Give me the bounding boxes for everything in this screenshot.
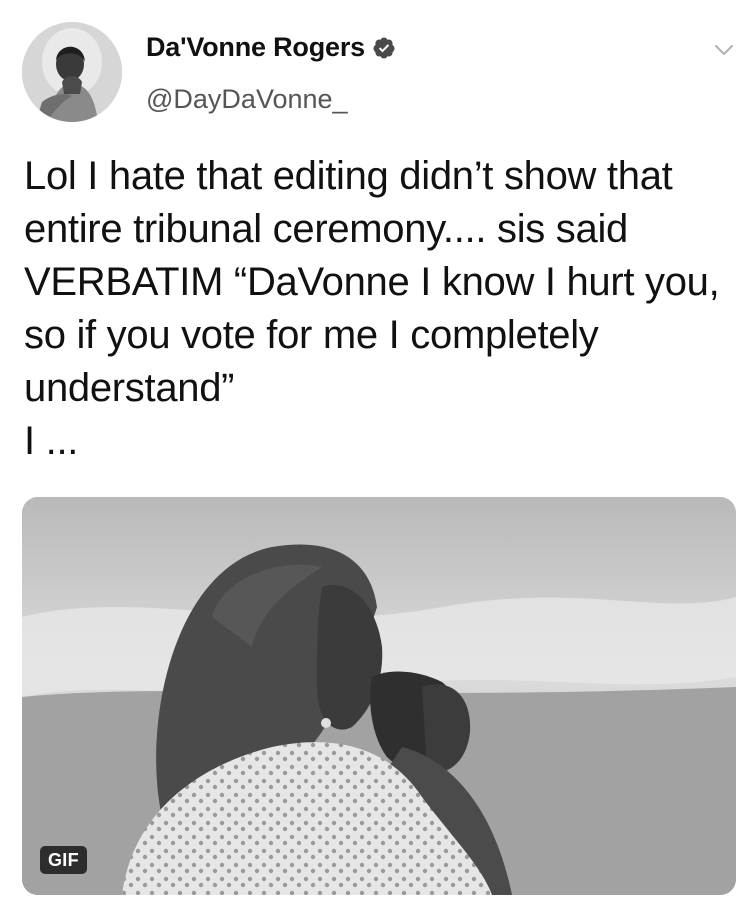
- woman-praying-gif: [22, 497, 736, 895]
- author-avatar[interactable]: [22, 22, 122, 122]
- author-display-name[interactable]: Da'Vonne Rogers: [146, 32, 365, 63]
- avatar-photo: [22, 22, 122, 122]
- author-handle[interactable]: @DayDaVonne_: [146, 84, 348, 115]
- verified-badge-icon: [372, 36, 396, 60]
- chevron-down-icon[interactable]: [712, 38, 736, 62]
- gif-badge: GIF: [40, 846, 87, 874]
- tweet-gif-media[interactable]: GIF: [22, 497, 736, 895]
- author-name-row: Da'Vonne Rogers: [146, 32, 396, 63]
- tweet-text: Lol I hate that editing didn’t show that…: [24, 154, 720, 463]
